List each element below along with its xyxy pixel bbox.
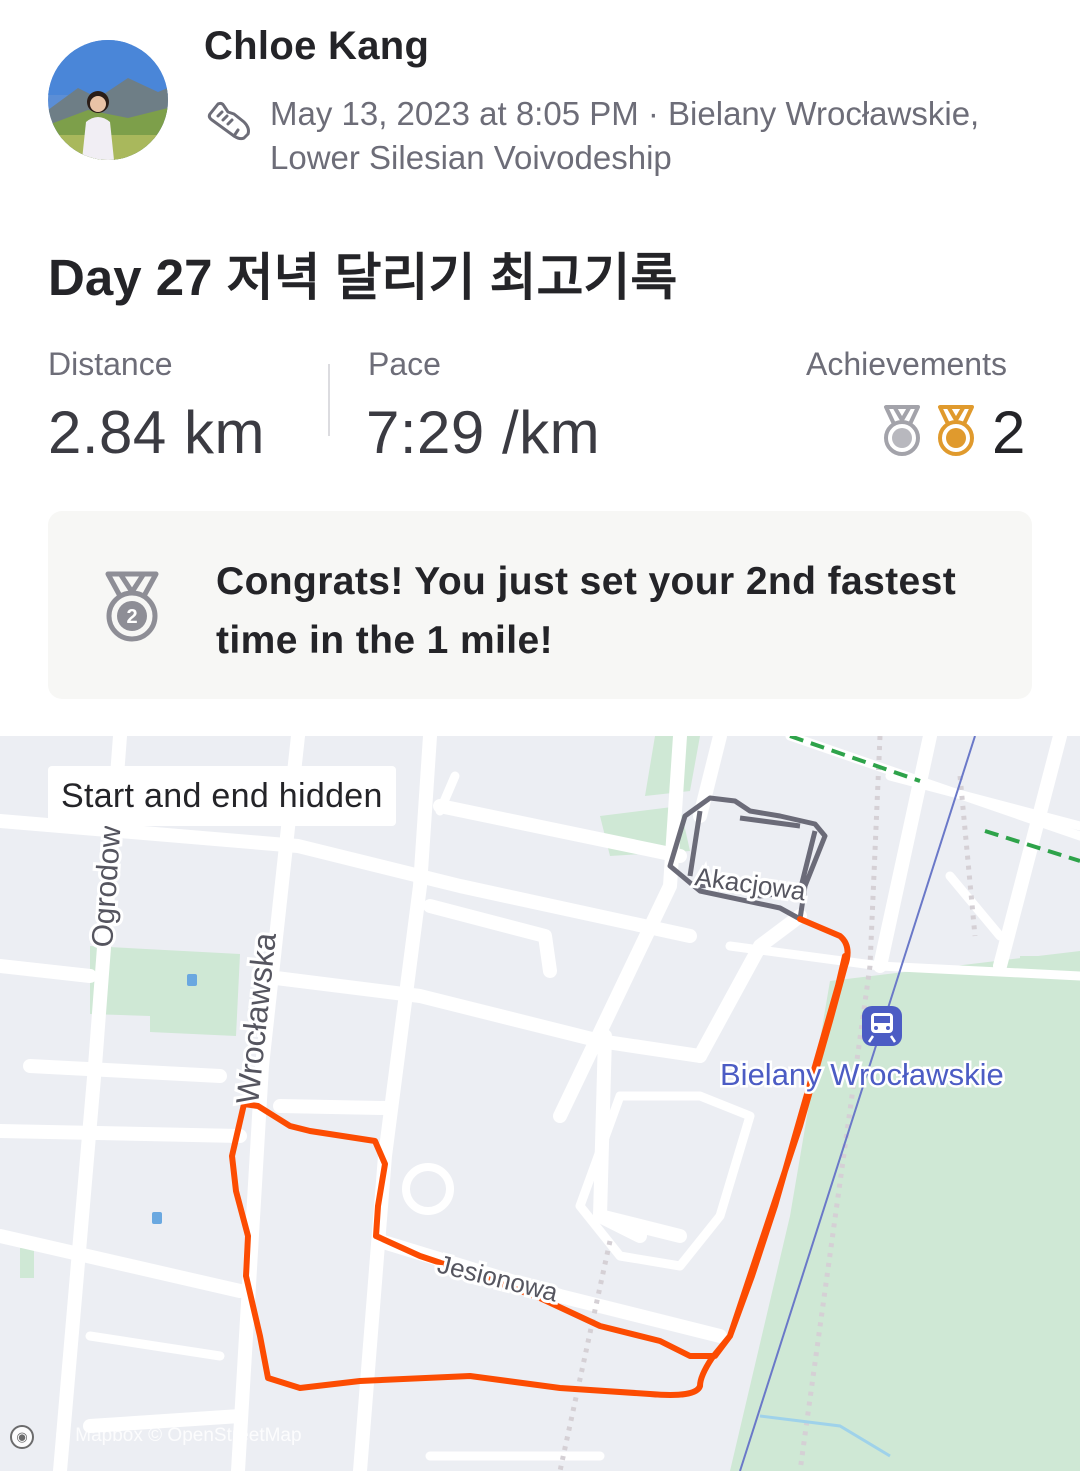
avatar[interactable]	[48, 40, 168, 160]
achievement-message: Congrats! You just set your 2nd fastest …	[216, 560, 957, 662]
map-attribution[interactable]: ◉ © Mapbox © OpenStreetMap	[10, 1425, 302, 1449]
medal-number: 2	[126, 606, 137, 628]
athlete-name[interactable]: Chloe Kang	[204, 24, 429, 69]
silver-medal-icon	[880, 404, 924, 458]
achievements-label: Achievements	[806, 346, 1007, 382]
water-marker	[187, 974, 197, 986]
map-canvas: Ogrodowa Wrocławska Akacjowa Jesionowa B…	[0, 736, 1080, 1471]
mapbox-logo-icon[interactable]: ◉	[10, 1425, 34, 1449]
street-label: Jesionowa	[435, 1249, 562, 1308]
activity-date-location: May 13, 2023 at 8:05 PM · Bielany Wrocła…	[270, 95, 980, 176]
achievements-count: 2	[992, 399, 1026, 466]
privacy-label: Start and end hidden	[48, 766, 396, 826]
water-marker	[152, 1212, 162, 1224]
pace-value: 7:29 /km	[366, 399, 601, 466]
activity-title[interactable]: Day 27 저녁 달리기 최고기록	[48, 236, 677, 310]
shoe-icon	[204, 96, 254, 146]
bronze-medal-icon	[934, 404, 978, 458]
attribution-text[interactable]: © Mapbox © OpenStreetMap	[56, 1425, 302, 1446]
medal-2nd-icon: 2	[100, 570, 164, 644]
train-station-icon	[862, 1006, 902, 1046]
pace-label: Pace	[368, 346, 441, 382]
route-map[interactable]: Ogrodowa Wrocławska Akacjowa Jesionowa B…	[0, 736, 1080, 1471]
park-areas	[20, 736, 1080, 1471]
distance-label: Distance	[48, 346, 173, 382]
distance-value: 2.84 km	[48, 399, 265, 466]
place-label: Bielany Wrocławskie	[720, 1057, 1004, 1092]
avatar-photo	[48, 40, 168, 160]
stats-divider	[328, 364, 330, 436]
